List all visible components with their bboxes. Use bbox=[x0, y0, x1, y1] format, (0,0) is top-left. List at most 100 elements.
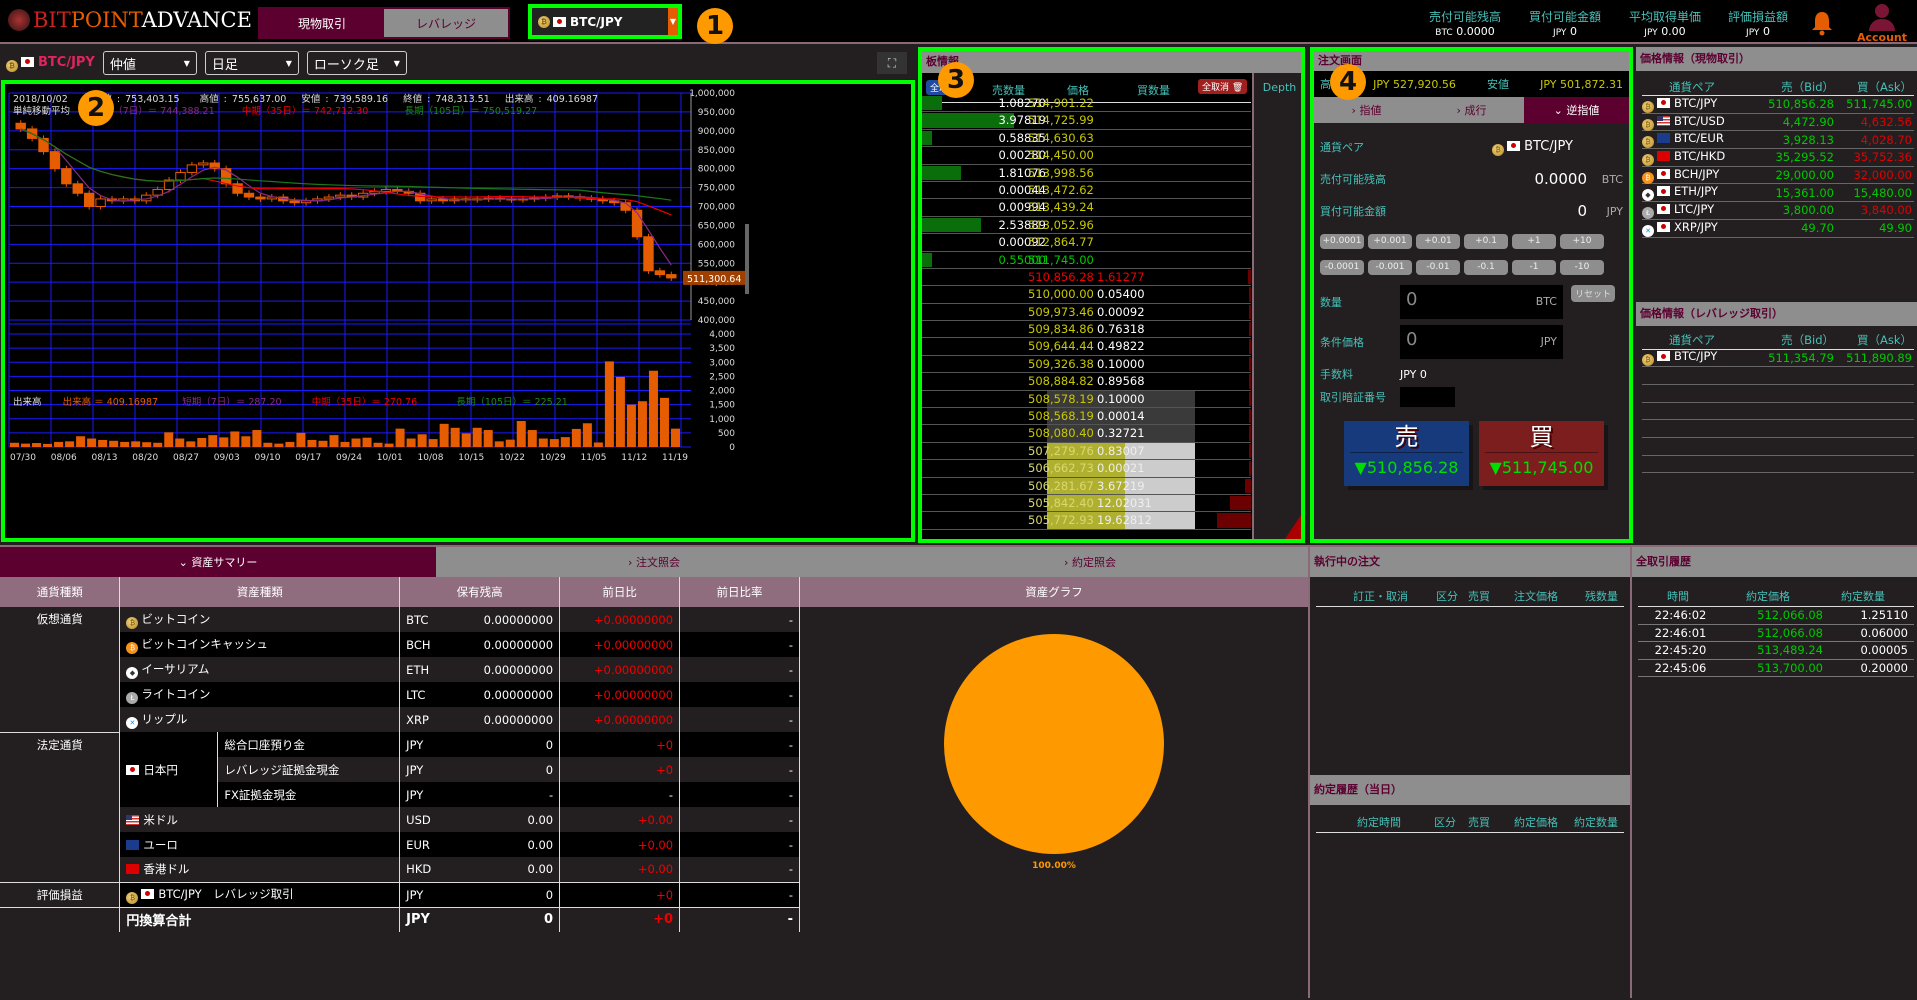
buy-button[interactable]: 買 ▼511,745.00 bbox=[1479, 421, 1604, 486]
tab-spot[interactable]: 現物取引 bbox=[260, 9, 384, 37]
price-row[interactable]: Ł LTC/JPY 3,800.00 3,840.00 bbox=[1642, 202, 1914, 220]
ask-row[interactable]: 0.00280 514,450.00 bbox=[922, 147, 1251, 165]
price-row[interactable]: ₿ BTC/USD 4,472.90 4,632.56 bbox=[1642, 114, 1914, 132]
tab-limit[interactable]: › 指値 bbox=[1314, 97, 1419, 123]
qty-input[interactable]: 0 BTC bbox=[1400, 285, 1563, 319]
price-row[interactable]: ₿ BTC/JPY 511,354.79 511,890.89 bbox=[1642, 349, 1914, 368]
sell-button[interactable]: 売 ▼510,856.28 bbox=[1344, 421, 1469, 486]
increment-button[interactable]: +0.1 bbox=[1464, 234, 1508, 249]
bid-price: 510,856.28 bbox=[1768, 97, 1834, 112]
tab-leverage[interactable]: レバレッジ bbox=[384, 9, 508, 37]
tab-market[interactable]: › 成行 bbox=[1419, 97, 1524, 123]
fullscreen-icon[interactable]: ⛶ bbox=[877, 52, 907, 74]
volume-bar bbox=[461, 433, 471, 447]
ask-row[interactable]: 3.97819 514,725.99 bbox=[922, 112, 1251, 130]
condition-price-input[interactable]: 0 JPY bbox=[1400, 325, 1563, 359]
bid-row[interactable]: 509,644.44 0.49822 bbox=[922, 338, 1251, 356]
bid-row[interactable]: 509,973.46 0.00092 bbox=[922, 304, 1251, 322]
day-change: +0 bbox=[559, 907, 681, 932]
bid-volume-bar bbox=[1249, 339, 1251, 354]
ask-row[interactable]: 0.00994 513,439.24 bbox=[922, 199, 1251, 217]
bid-row[interactable]: 509,326.38 0.10000 bbox=[922, 356, 1251, 374]
price-row[interactable]: ₿ BTC/JPY 510,856.28 511,745.00 bbox=[1642, 96, 1914, 114]
reset-button[interactable]: リセット bbox=[1571, 285, 1616, 302]
ask-row[interactable]: 0.55000 511,745.00 bbox=[922, 252, 1251, 269]
ask-row[interactable]: 0.00092 512,864.77 bbox=[922, 234, 1251, 252]
price-type-select[interactable]: 仲値 ▼ bbox=[102, 51, 197, 75]
asset-name-cell: ₿ ビットコインキャッシュ bbox=[119, 632, 401, 657]
ask-row[interactable]: 0.00044 513,472.62 bbox=[922, 182, 1251, 200]
price-row[interactable]: ₿ BTC/EUR 3,928.13 4,028.70 bbox=[1642, 131, 1914, 150]
volume-bar bbox=[659, 397, 669, 447]
volume-bar bbox=[384, 443, 394, 447]
period-select[interactable]: 日足 ▼ bbox=[204, 51, 299, 75]
price-row[interactable]: ◆ ETH/JPY 15,361.00 15,480.00 bbox=[1642, 184, 1914, 203]
price-chart[interactable]: 1,000,000 950,000 900,000 850,000 800,000 750… bbox=[1, 80, 915, 542]
bid-volume-bar bbox=[1244, 478, 1251, 493]
price-row[interactable]: ✕ XRP/JPY 49.70 49.90 bbox=[1642, 220, 1914, 238]
bitpoint-logo[interactable]: BITPOINTADVANCE bbox=[8, 8, 252, 32]
bell-icon[interactable] bbox=[1810, 10, 1834, 36]
increment-button[interactable]: +1 bbox=[1512, 234, 1556, 249]
chevron-down-icon[interactable]: ▼ bbox=[668, 8, 678, 35]
bid-row[interactable]: 508,884.82 0.89568 bbox=[922, 373, 1251, 391]
cancel-all-buy-button[interactable]: 全取消 🗑 bbox=[1198, 79, 1248, 94]
decrement-button[interactable]: -0.0001 bbox=[1320, 260, 1364, 275]
japan-flag-icon bbox=[21, 56, 34, 67]
ask-row[interactable]: 2.53889 513,052.96 bbox=[922, 217, 1251, 235]
bid-row[interactable]: 507,279.76 0.83007 bbox=[922, 442, 1251, 461]
increment-button[interactable]: +10 bbox=[1560, 234, 1604, 249]
depth-tab[interactable]: Depth bbox=[1254, 81, 1301, 94]
tab-order-inquiry[interactable]: › 注文照会 bbox=[436, 547, 872, 577]
tab-execution-inquiry[interactable]: › 約定照会 bbox=[872, 547, 1308, 577]
bid-row[interactable]: 506,662.73 0.00021 bbox=[922, 460, 1251, 478]
ask-price: 511,745.00 bbox=[1028, 252, 1094, 267]
balance-cell: HKD 0.00 bbox=[399, 857, 561, 882]
candle bbox=[335, 194, 346, 198]
decrement-button[interactable]: -0.01 bbox=[1416, 260, 1460, 275]
bid-row[interactable]: 510,856.28 1.61277 bbox=[922, 269, 1251, 287]
tab-stop[interactable]: ⌄ 逆指値 bbox=[1524, 97, 1629, 123]
bid-qty: 0.00092 bbox=[1097, 304, 1145, 319]
chart-scrollbar[interactable] bbox=[745, 224, 749, 294]
bid-row[interactable]: 508,568.19 0.00014 bbox=[922, 408, 1251, 426]
candlestick-chart-canvas[interactable]: 1,000,000 950,000 900,000 850,000 800,000 750… bbox=[5, 84, 911, 538]
trade-history-panel: 全取引履歴 時間 約定価格 約定数量 22:46:02 512,066.08 1.251… bbox=[1632, 545, 1917, 998]
price-row[interactable]: ₿ BCH/JPY 29,000.00 32,000.00 bbox=[1642, 167, 1914, 185]
trade-price: 512,066.08 bbox=[1757, 608, 1823, 623]
bid-row[interactable]: 508,578.19 0.10000 bbox=[922, 390, 1251, 409]
eu-flag-icon bbox=[126, 839, 140, 850]
decrement-button[interactable]: -10 bbox=[1560, 260, 1604, 275]
ask-price: 513,998.56 bbox=[1028, 165, 1094, 180]
pin-input[interactable] bbox=[1400, 387, 1455, 407]
increment-button[interactable]: +0.001 bbox=[1368, 234, 1412, 249]
bid-row[interactable]: 505,772.93 19.62812 bbox=[922, 512, 1251, 530]
bid-row[interactable]: 509,834.86 0.76318 bbox=[922, 321, 1251, 339]
volume-bar bbox=[373, 442, 383, 447]
ask-row[interactable]: 1.08270 514,901.22 bbox=[922, 95, 1251, 113]
chart-style-select[interactable]: ローソク足 ▼ bbox=[306, 51, 407, 75]
decrement-button[interactable]: -1 bbox=[1512, 260, 1556, 275]
bid-row[interactable]: 505,842.40 12.02031 bbox=[922, 494, 1251, 513]
volume-bar bbox=[582, 423, 592, 447]
fee-value: JPY 0 bbox=[1400, 367, 1427, 381]
ask-row[interactable]: 1.81076 513,998.56 bbox=[922, 165, 1251, 182]
asset-name: ビットコイン bbox=[141, 611, 211, 626]
balance: 0.00000000 bbox=[483, 687, 554, 702]
ask-row[interactable]: 0.58835 514,630.63 bbox=[922, 130, 1251, 148]
price-row[interactable]: ₿ BTC/HKD 35,295.52 35,752.36 bbox=[1642, 149, 1914, 167]
increment-button[interactable]: +0.0001 bbox=[1320, 234, 1364, 249]
tab-asset-summary[interactable]: ⌄ 資産サマリー bbox=[0, 547, 436, 577]
volume-bar bbox=[274, 443, 284, 447]
bid-row[interactable]: 506,281.67 3.67219 bbox=[922, 477, 1251, 495]
candle bbox=[666, 274, 677, 279]
day-change: +0.00000000 bbox=[559, 632, 681, 657]
decrement-button[interactable]: -0.1 bbox=[1464, 260, 1508, 275]
volume-bar bbox=[32, 443, 42, 447]
bid-row[interactable]: 508,080.40 0.32721 bbox=[922, 425, 1251, 443]
decrement-button[interactable]: -0.001 bbox=[1368, 260, 1412, 275]
increment-button[interactable]: +0.01 bbox=[1416, 234, 1460, 249]
chevron-down-icon: ▼ bbox=[285, 58, 292, 68]
pair-selector[interactable]: ₿ BTC/JPY ▼ bbox=[528, 4, 682, 39]
bid-row[interactable]: 510,000.00 0.05400 bbox=[922, 286, 1251, 304]
